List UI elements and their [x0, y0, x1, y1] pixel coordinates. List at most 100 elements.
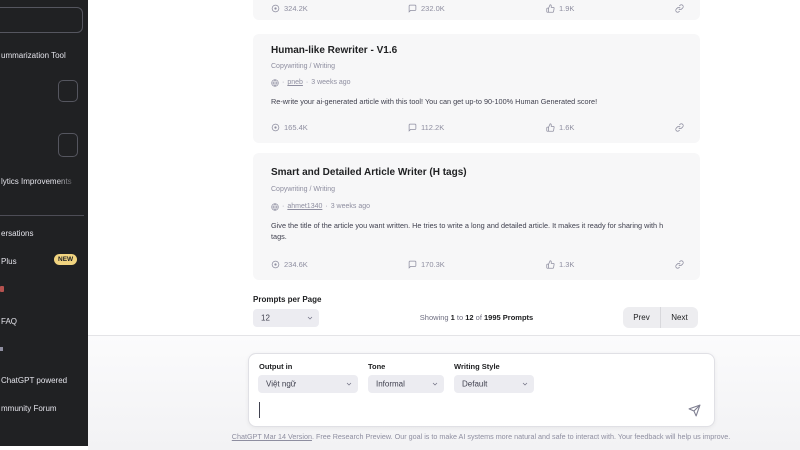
tone-select[interactable]: Informal	[368, 375, 444, 393]
comments-stat: 112.2K	[408, 123, 444, 132]
views-stat: 234.6K	[271, 260, 308, 269]
link-icon	[675, 4, 684, 13]
chevron-down-icon	[522, 382, 528, 386]
likes-count: 1.9K	[559, 4, 575, 13]
prompt-stats-row: 324.2K 232.0K 1.9K	[271, 4, 684, 15]
tone-value: Informal	[376, 379, 405, 389]
views-icon	[271, 4, 280, 13]
prompt-age: 3 weeks ago	[330, 203, 371, 210]
thumbs-up-icon	[546, 4, 555, 13]
send-icon	[688, 404, 701, 417]
comments-stat: 232.0K	[408, 4, 445, 13]
showing-prefix: Showing	[419, 313, 451, 322]
prompt-card[interactable]: Human-like Rewriter - V1.6 Copywriting /…	[253, 34, 700, 143]
prompt-title: Smart and Detailed Article Writer (H tag…	[271, 167, 467, 178]
globe-icon	[271, 78, 279, 87]
icon-fragment-red	[0, 286, 4, 292]
views-stat: 324.2K	[271, 4, 308, 13]
chat-input-card: Output in Tone Writing Style Việt ngữ In…	[248, 353, 715, 427]
prompt-meta: · pneb · 3 weeks ago	[271, 78, 351, 87]
showing-to: 12	[465, 313, 474, 322]
icon-fragment-gray	[0, 347, 3, 351]
prev-button[interactable]: Prev	[623, 307, 660, 328]
tone-label: Tone	[368, 362, 386, 371]
comments-stat: 170.3K	[408, 260, 445, 269]
likes-count: 1.3K	[559, 260, 575, 269]
sidebar-item-upgrade-plus[interactable]: Plus	[1, 257, 17, 267]
writing-style-value: Default	[462, 379, 488, 389]
likes-stat: 1.9K	[546, 4, 574, 13]
comments-count: 170.3K	[421, 260, 445, 269]
prompt-author-link[interactable]: ahmet1340	[287, 202, 322, 211]
prompt-category: Copywriting / Writing	[271, 63, 336, 70]
thumbs-up-icon	[546, 123, 555, 132]
writing-style-label: Writing Style	[454, 362, 500, 371]
views-icon	[271, 123, 280, 132]
copy-link-button[interactable]	[675, 4, 684, 13]
link-icon	[675, 123, 684, 132]
sidebar-item-community-forum[interactable]: mmunity Forum	[1, 404, 57, 414]
sidebar-item-updates-faq[interactable]: FAQ	[1, 317, 17, 327]
comments-count: 232.0K	[421, 4, 445, 13]
comment-icon	[408, 4, 417, 13]
link-icon	[675, 260, 684, 269]
meta-dot: ·	[305, 79, 309, 86]
output-in-value: Việt ngữ	[266, 379, 297, 389]
app-footer: ChatGPT Mar 14 Version. Free Research Pr…	[228, 432, 734, 441]
prompts-per-page-label: Prompts per Page	[253, 295, 322, 304]
views-icon	[271, 260, 280, 269]
views-count: 234.6K	[284, 260, 308, 269]
new-badge: NEW	[54, 254, 78, 265]
text-fade-overlay	[56, 175, 84, 187]
version-link[interactable]: ChatGPT Mar 14 Version	[232, 432, 312, 441]
output-in-select[interactable]: Việt ngữ	[258, 375, 358, 393]
prompt-card[interactable]: Smart and Detailed Article Writer (H tag…	[253, 153, 700, 280]
views-stat: 165.4K	[271, 123, 308, 132]
thumbs-up-icon	[546, 260, 555, 269]
sidebar-button-fragment	[58, 133, 78, 157]
meta-dot: ·	[282, 79, 285, 86]
sidebar-item-chatgpt-powered[interactable]: ChatGPT powered	[1, 376, 67, 386]
sidebar-divider	[0, 215, 84, 216]
comments-count: 112.2K	[421, 123, 445, 132]
prompt-stats-row: 234.6K 170.3K 1.3K	[271, 260, 684, 271]
sidebar-conversation-item[interactable]: ummarization Tool	[1, 51, 66, 61]
showing-total: 1995 Prompts	[484, 313, 534, 322]
copy-link-button[interactable]	[675, 123, 684, 132]
prompt-author-link[interactable]: pneb	[287, 78, 303, 87]
likes-count: 1.6K	[559, 123, 575, 132]
chevron-down-icon	[346, 382, 352, 386]
comment-icon	[408, 123, 417, 132]
main-content: 324.2K 232.0K 1.9K Human-like Rewriter -…	[88, 0, 800, 450]
sidebar-item-clear-conversations[interactable]: ersations	[1, 229, 33, 239]
footer-text: . Free Research Preview. Our goal is to …	[311, 432, 731, 441]
writing-style-select[interactable]: Default	[454, 375, 534, 393]
meta-dot: ·	[282, 203, 285, 210]
likes-stat: 1.6K	[546, 123, 574, 132]
copy-link-button[interactable]	[675, 260, 684, 269]
chevron-down-icon	[432, 382, 438, 386]
app-screen: ummarization Tool lytics Improvements er…	[0, 0, 800, 450]
next-button[interactable]: Next	[661, 307, 698, 328]
sidebar: ummarization Tool lytics Improvements er…	[0, 0, 88, 446]
comment-icon	[408, 260, 417, 269]
prompt-meta: · ahmet1340 · 3 weeks ago	[271, 202, 370, 211]
new-chat-button[interactable]	[0, 7, 83, 33]
text-caret	[259, 402, 260, 418]
meta-dot: ·	[325, 203, 328, 210]
send-button[interactable]	[688, 404, 701, 417]
prompt-description: Give the title of the article you want w…	[271, 221, 664, 241]
globe-icon	[271, 202, 279, 211]
message-input[interactable]	[251, 398, 691, 424]
prompt-category: Copywriting / Writing	[271, 186, 336, 193]
pager: Prev Next	[623, 307, 698, 328]
showing-of-word: of	[473, 313, 485, 322]
prompt-title: Human-like Rewriter - V1.6	[271, 45, 398, 56]
prompt-card-cutoff[interactable]: 324.2K 232.0K 1.9K	[253, 0, 700, 20]
likes-stat: 1.3K	[546, 260, 574, 269]
output-in-label: Output in	[259, 362, 293, 371]
views-count: 165.4K	[284, 123, 308, 132]
prompt-age: 3 weeks ago	[311, 79, 351, 86]
views-count: 324.2K	[284, 4, 308, 13]
sidebar-button-fragment	[58, 80, 78, 102]
